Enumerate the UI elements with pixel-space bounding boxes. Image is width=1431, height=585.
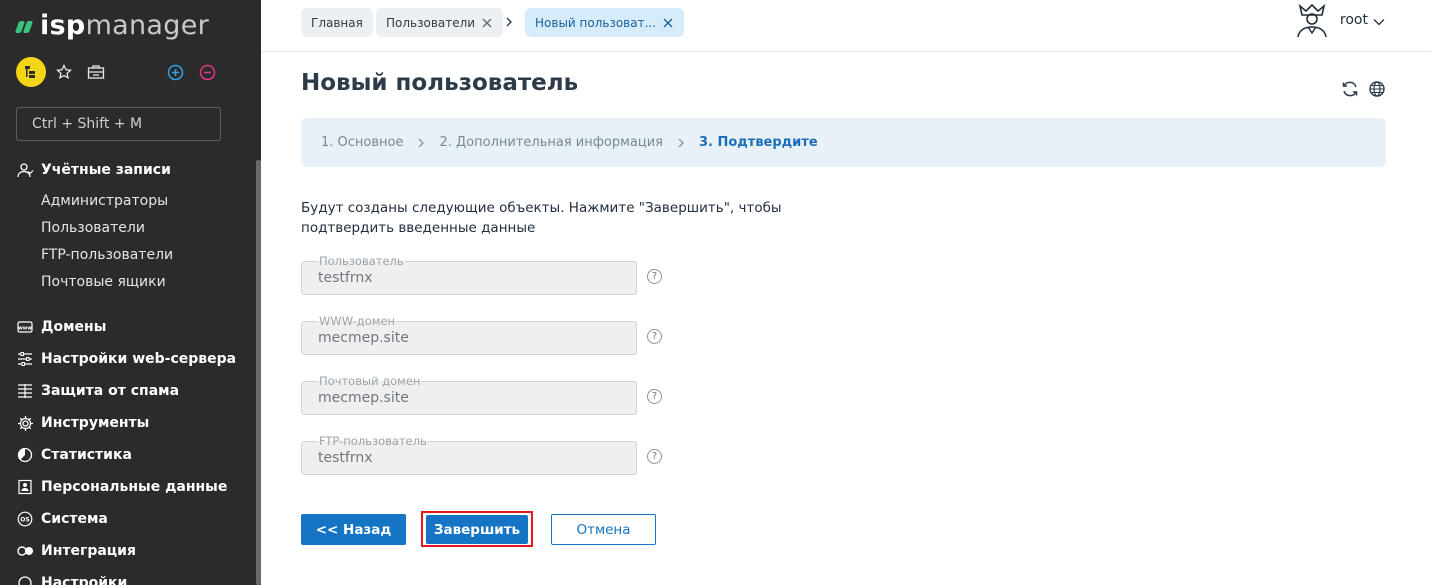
user-menu[interactable]: root [1294, 2, 1385, 38]
tab-home[interactable]: Главная [301, 8, 373, 37]
tab-label: Пользователи [386, 15, 476, 30]
sidebar-section-label: Система [41, 511, 108, 527]
pie-chart-icon [16, 446, 34, 464]
filter-icon [16, 382, 34, 400]
sidebar-section-domains[interactable]: www Домены [16, 316, 106, 338]
chevron-down-icon [1373, 11, 1385, 30]
sidebar-section-label: Учётные записи [41, 162, 171, 178]
field-label: FTP-пользователь [318, 434, 428, 448]
quick-actions [16, 57, 236, 87]
wizard-steps: 1. Основное 2. Дополнительная информация… [301, 118, 1386, 167]
field-label: WWW-домен [318, 314, 397, 328]
back-button[interactable]: << Назад [301, 514, 406, 545]
page-title: Новый пользователь [301, 70, 579, 96]
sliders-icon [16, 350, 34, 368]
sidebar-section-label: Интеграция [41, 543, 136, 559]
user-name: root [1339, 12, 1368, 28]
mail-domain-field-value [318, 390, 618, 406]
tab-users[interactable]: Пользователи [376, 8, 504, 37]
sidebar-section-label: Инструменты [41, 415, 150, 431]
logo-mark-icon [14, 17, 36, 33]
close-icon[interactable] [481, 17, 493, 29]
logo[interactable]: ispmanager [14, 8, 210, 42]
sidebar-section-personal-data[interactable]: Персональные данные [16, 476, 227, 498]
sidebar-section-antispam[interactable]: Защита от спама [16, 380, 179, 402]
confirmation-description: Будут созданы следующие объекты. Нажмите… [301, 200, 782, 236]
gear-icon [16, 414, 34, 432]
remove-circle-icon[interactable] [197, 62, 217, 82]
step-additional-info[interactable]: 2. Дополнительная информация [439, 135, 662, 150]
sidebar-item-mailboxes[interactable]: Почтовые ящики [41, 272, 166, 292]
chevron-right-icon [417, 137, 425, 149]
sidebar-item-ftp-users[interactable]: FTP-пользователи [41, 245, 173, 265]
sidebar-scrollbar[interactable] [256, 160, 261, 585]
star-icon[interactable] [54, 62, 74, 82]
logo-text-bold: isp [40, 9, 86, 41]
ftp-user-field: FTP-пользователь [301, 434, 637, 475]
step-main[interactable]: 1. Основное [321, 135, 403, 150]
add-circle-icon[interactable] [165, 62, 185, 82]
sidebar-section-label: Домены [41, 319, 107, 335]
sidebar-section-accounts[interactable]: Учётные записи [16, 159, 171, 181]
sidebar-section-label: Персональные данные [41, 479, 228, 495]
www-domain-field: WWW-домен [301, 314, 637, 355]
sidebar-section-label: Настройки web-сервера [41, 351, 237, 367]
users-icon [16, 161, 34, 179]
svg-text:www: www [18, 326, 32, 332]
topbar: Главная Пользователи Новый пользоват... … [261, 0, 1431, 52]
tab-label: Новый пользоват... [535, 15, 657, 30]
help-icon[interactable]: ? [647, 329, 662, 344]
menu-search-input[interactable] [16, 107, 221, 141]
sidebar-item-users[interactable]: Пользователи [41, 218, 145, 238]
sidebar-section-settings[interactable]: Настройки [16, 572, 127, 585]
close-icon[interactable] [662, 17, 674, 29]
help-icon[interactable]: ? [647, 269, 662, 284]
cancel-button[interactable]: Отмена [551, 514, 656, 545]
sidebar-section-label: Настройки [41, 575, 128, 585]
field-label: Пользователь [318, 254, 405, 268]
finish-button[interactable]: Завершить [426, 515, 528, 544]
refresh-icon[interactable] [1340, 79, 1360, 99]
globe-icon[interactable] [1367, 79, 1387, 99]
sidebar-section-label: Защита от спама [41, 383, 180, 399]
field-label: Почтовый домен [318, 374, 422, 388]
tab-label: Главная [311, 15, 363, 30]
help-icon[interactable]: ? [647, 389, 662, 404]
sidebar-item-administrators[interactable]: Администраторы [41, 191, 168, 211]
www-domain-field-value [318, 330, 618, 346]
chevron-right-icon [677, 137, 685, 149]
user-field: Пользователь [301, 254, 637, 295]
sidebar-section-tools[interactable]: Инструменты [16, 412, 149, 434]
sidebar-section-statistics[interactable]: Статистика [16, 444, 132, 466]
id-card-icon [16, 478, 34, 496]
user-avatar-icon [1294, 2, 1330, 38]
sidebar-section-webserver[interactable]: Настройки web-сервера [16, 348, 236, 370]
ftp-user-field-value [318, 450, 618, 466]
sidebar-section-label: Статистика [41, 447, 132, 463]
sidebar: ispmanager Учётные записи Администраторы… [0, 0, 261, 585]
svg-text:OS: OS [20, 517, 29, 524]
mail-domain-field: Почтовый домен [301, 374, 637, 415]
sidebar-section-integration[interactable]: Интеграция [16, 540, 136, 562]
chevron-right-icon [504, 14, 514, 28]
sidebar-section-system[interactable]: OS Система [16, 508, 108, 530]
step-confirm: 3. Подтвердите [698, 135, 818, 150]
integration-icon [16, 542, 34, 560]
os-icon: OS [16, 510, 34, 528]
briefcase-icon[interactable] [86, 62, 106, 82]
help-icon[interactable]: ? [647, 449, 662, 464]
user-field-value [318, 270, 618, 286]
tab-new-user[interactable]: Новый пользоват... [525, 8, 685, 37]
logo-text-light: manager [85, 9, 210, 41]
dashboard-icon[interactable] [16, 57, 46, 87]
settings-icon [16, 574, 34, 585]
domain-icon: www [16, 318, 34, 336]
